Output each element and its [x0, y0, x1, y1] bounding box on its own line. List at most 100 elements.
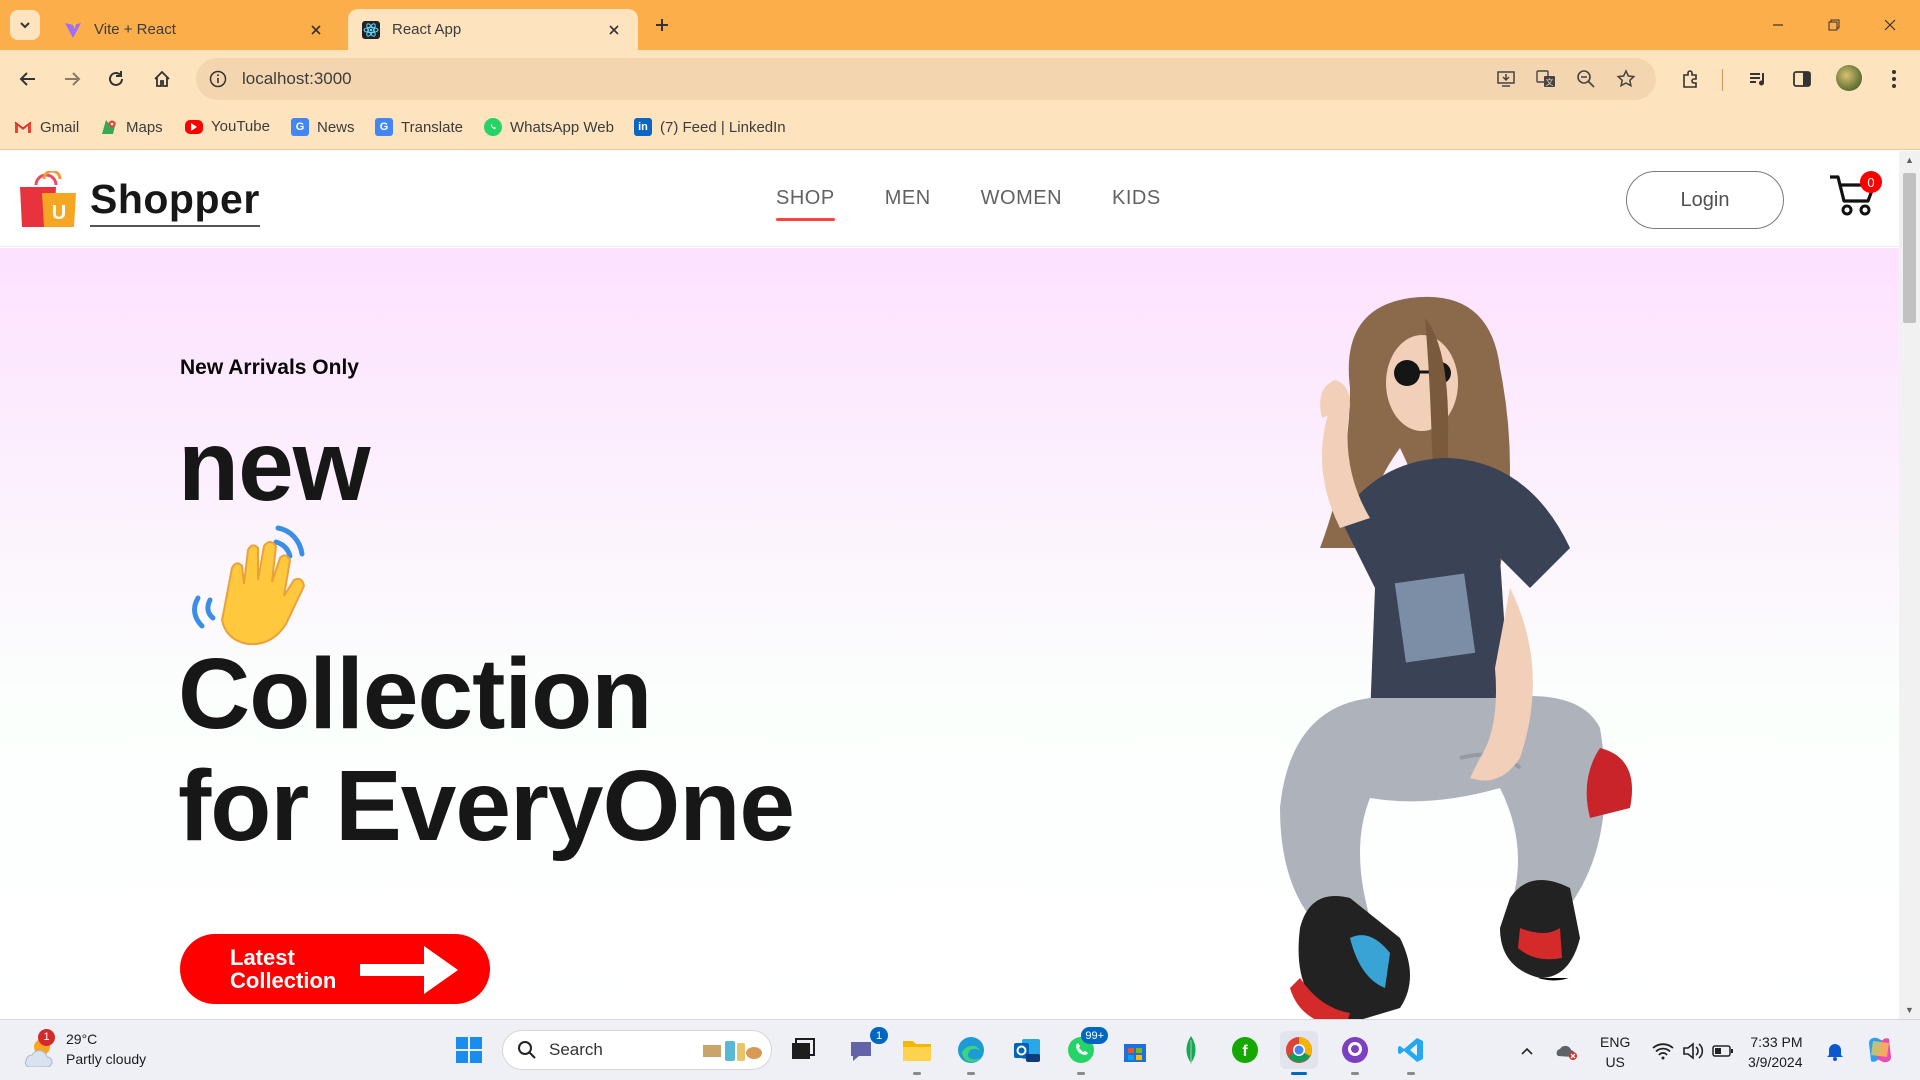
home-button[interactable] [146, 63, 178, 95]
extensions-button[interactable] [1674, 63, 1706, 95]
tab-close-icon[interactable] [604, 20, 624, 40]
tab-react-app[interactable]: React App [348, 9, 638, 50]
bookmark-translate[interactable]: G Translate [375, 118, 463, 136]
vscode-icon [1398, 1038, 1423, 1062]
site-logo-text: Shopper [90, 176, 260, 227]
bookmark-youtube[interactable]: YouTube [185, 118, 270, 135]
restore-button[interactable] [1812, 8, 1856, 42]
whatsapp-icon [484, 118, 502, 136]
taskbar-search[interactable]: Search [502, 1030, 772, 1070]
news-icon: G [291, 118, 309, 136]
whatsapp-badge: 99+ [1081, 1027, 1108, 1044]
tray-overflow-chevron[interactable] [1514, 1038, 1540, 1064]
scroll-thumb[interactable] [1903, 173, 1916, 323]
toolbar-divider [1722, 69, 1723, 91]
close-icon [1884, 19, 1896, 31]
scroll-down-arrow[interactable]: ▼ [1899, 1001, 1920, 1019]
menu-item-men[interactable]: MEN [885, 187, 931, 210]
arrow-right-icon [65, 72, 81, 86]
site-navbar: U Shopper SHOP MEN WOMEN KIDS Login 0 [0, 151, 1899, 247]
page-viewport: U Shopper SHOP MEN WOMEN KIDS Login 0 Ne… [0, 151, 1899, 1019]
bookmark-maps[interactable]: Maps [100, 118, 163, 136]
profile-avatar[interactable] [1836, 65, 1862, 91]
browser-menu-button[interactable] [1878, 63, 1910, 95]
folder-icon [903, 1041, 931, 1061]
login-button[interactable]: Login [1626, 171, 1784, 229]
microsoft-store-app[interactable] [1116, 1031, 1154, 1069]
upwork-icon: f [1232, 1037, 1258, 1063]
scroll-up-arrow[interactable]: ▲ [1899, 151, 1920, 169]
outlook-app[interactable] [1008, 1031, 1046, 1069]
site-info-icon[interactable] [202, 63, 234, 95]
browser-tab-strip: Vite + React React App [0, 0, 1920, 50]
reload-icon [109, 71, 123, 86]
copilot-icon[interactable] [1864, 1034, 1896, 1066]
onedrive-tray-icon[interactable] [1554, 1038, 1580, 1064]
menu-item-women[interactable]: WOMEN [981, 187, 1062, 210]
weather-widget[interactable]: 1 29°C Partly cloudy [22, 1028, 146, 1069]
side-panel-icon [1793, 71, 1811, 87]
github-desktop-app[interactable] [1336, 1031, 1374, 1075]
hero-heading-collection: Collection [178, 638, 652, 750]
upwork-app[interactable]: f [1226, 1031, 1264, 1069]
weather-alert-badge: 1 [38, 1028, 55, 1046]
arrow-left-icon [19, 72, 35, 86]
vscode-app[interactable] [1392, 1031, 1430, 1075]
minimize-button[interactable] [1756, 8, 1800, 42]
bookmark-linkedin[interactable]: in (7) Feed | LinkedIn [634, 118, 786, 136]
notifications-bell-icon[interactable] [1822, 1038, 1848, 1064]
restore-icon [1828, 19, 1840, 31]
chevron-down-icon [20, 22, 30, 29]
chrome-app[interactable] [1280, 1031, 1318, 1075]
mongodb-compass-app[interactable] [1172, 1031, 1210, 1069]
system-clock[interactable]: 7:33 PM 3/9/2024 [1748, 1032, 1803, 1073]
whatsapp-app[interactable]: 99+ [1062, 1027, 1108, 1075]
shopping-bag-logo-icon: U [20, 171, 76, 227]
back-button[interactable] [12, 63, 44, 95]
browser-toolbar: localhost:3000 文 [0, 50, 1920, 108]
tab-vite-react[interactable]: Vite + React [50, 9, 340, 50]
file-explorer-app[interactable] [898, 1031, 936, 1075]
task-view-button[interactable] [784, 1031, 822, 1069]
puzzle-icon [1683, 70, 1697, 88]
wifi-icon[interactable] [1650, 1038, 1676, 1064]
hero-heading-everyone: for EveryOne [178, 750, 795, 862]
volume-icon[interactable] [1680, 1038, 1706, 1064]
tab-title: React App [392, 21, 462, 38]
hero-section: New Arrivals Only new Collection for Eve… [0, 248, 1899, 1019]
bookmark-gmail[interactable]: Gmail [14, 118, 79, 136]
media-control-button[interactable] [1742, 63, 1774, 95]
reload-button[interactable] [100, 63, 132, 95]
bookmark-news[interactable]: G News [291, 118, 355, 136]
latest-collection-button[interactable]: Latest Collection [180, 934, 490, 1004]
search-placeholder: Search [549, 1040, 603, 1059]
tab-close-icon[interactable] [306, 20, 326, 40]
new-tab-button[interactable] [648, 11, 676, 39]
forward-button[interactable] [56, 63, 88, 95]
side-panel-button[interactable] [1786, 63, 1818, 95]
close-window-button[interactable] [1868, 8, 1912, 42]
battery-icon[interactable] [1710, 1038, 1736, 1064]
menu-item-kids[interactable]: KIDS [1112, 187, 1161, 210]
zoom-icon[interactable] [1574, 67, 1598, 91]
bookmarks-bar: Gmail Maps YouTube G News G Translate Wh… [0, 108, 1920, 150]
page-scrollbar[interactable]: ▲ ▼ [1899, 151, 1920, 1019]
windows-taskbar: 1 29°C Partly cloudy Search 1 99+ f ENG … [0, 1019, 1920, 1080]
language-indicator[interactable]: ENG US [1600, 1032, 1630, 1073]
github-icon [1342, 1037, 1368, 1063]
menu-item-shop[interactable]: SHOP [776, 187, 835, 221]
translate-page-icon[interactable]: 文 [1534, 67, 1558, 91]
address-bar[interactable]: localhost:3000 文 [196, 58, 1656, 100]
url-text[interactable]: localhost:3000 [242, 69, 352, 89]
edge-app[interactable] [952, 1031, 990, 1075]
site-logo[interactable]: U Shopper [18, 171, 260, 227]
store-icon [1124, 1044, 1146, 1062]
weather-temperature: 29°C [66, 1031, 98, 1047]
start-button[interactable] [450, 1031, 488, 1069]
bookmark-whatsapp[interactable]: WhatsApp Web [484, 118, 614, 136]
latest-collection-label: Latest Collection [230, 944, 337, 993]
bookmark-star-icon[interactable] [1614, 67, 1638, 91]
install-app-icon[interactable] [1494, 67, 1518, 91]
tab-search-button[interactable] [10, 10, 40, 40]
teams-chat-app[interactable]: 1 [842, 1027, 888, 1069]
